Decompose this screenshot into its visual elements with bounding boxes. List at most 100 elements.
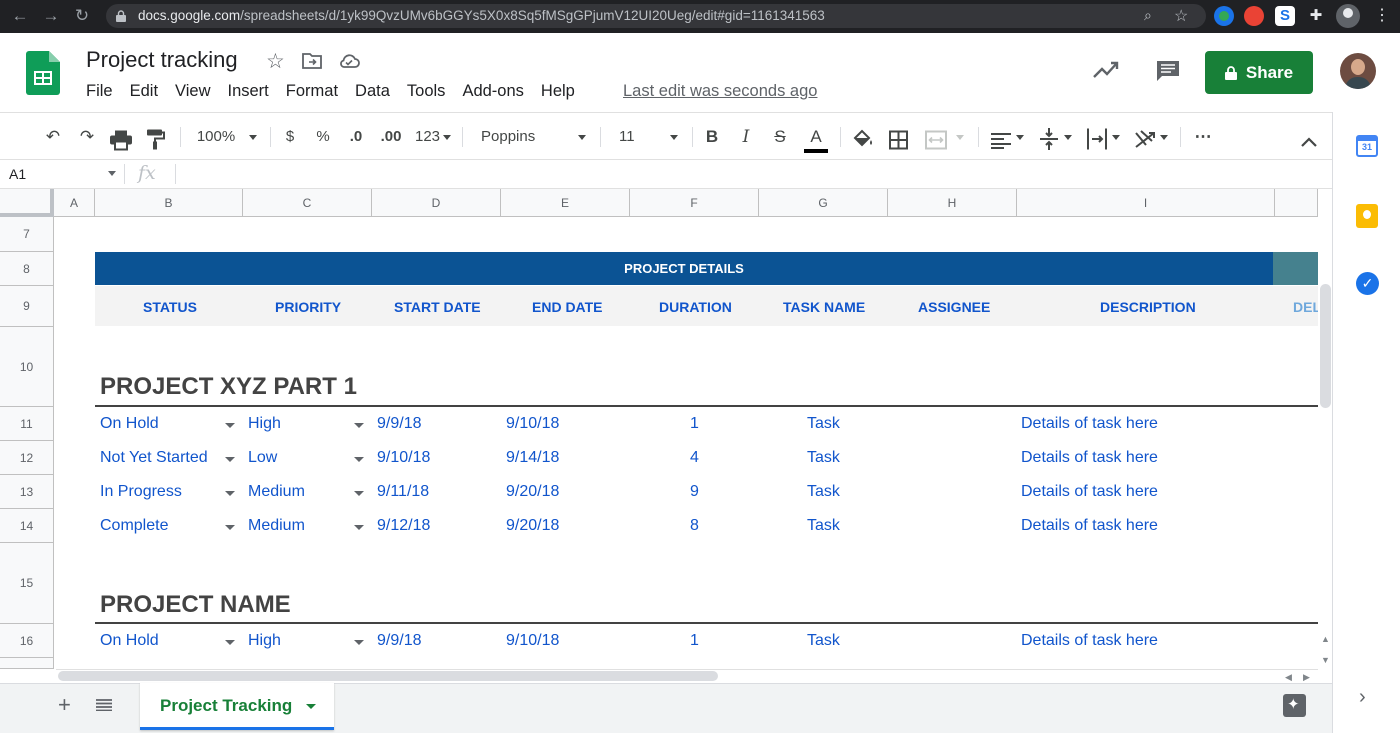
merge-cells-icon[interactable] xyxy=(925,128,947,152)
extension-s-icon[interactable]: S xyxy=(1275,6,1295,26)
status-dropdown-caret[interactable] xyxy=(225,640,235,645)
menu-tools[interactable]: Tools xyxy=(407,82,446,102)
cloud-saved-icon[interactable] xyxy=(338,53,360,69)
fill-color-icon[interactable] xyxy=(852,127,874,151)
header-end-date[interactable]: END DATE xyxy=(532,299,603,315)
header-start-date[interactable]: START DATE xyxy=(394,299,481,315)
menu-data[interactable]: Data xyxy=(355,82,390,102)
duration-cell[interactable]: 8 xyxy=(690,517,699,535)
expand-side-panel-icon[interactable]: › xyxy=(1359,686,1366,709)
text-rotation-icon[interactable] xyxy=(1134,127,1156,151)
italic-button[interactable]: I xyxy=(736,125,756,149)
row-header-16[interactable]: 16 xyxy=(0,624,54,658)
row-header-13[interactable]: 13 xyxy=(0,475,54,509)
header-description[interactable]: DESCRIPTION xyxy=(1100,299,1196,315)
activity-dashboard-icon[interactable] xyxy=(1093,60,1119,80)
priority-dropdown-caret[interactable] xyxy=(354,423,364,428)
horizontal-scrollbar-thumb[interactable] xyxy=(58,671,718,681)
last-edit-link[interactable]: Last edit was seconds ago xyxy=(623,82,817,101)
user-avatar[interactable] xyxy=(1340,53,1376,89)
description-cell[interactable]: Details of task here xyxy=(1021,483,1158,501)
banner-accent-cell[interactable] xyxy=(1273,252,1318,285)
borders-icon[interactable] xyxy=(889,128,908,152)
status-cell[interactable]: On Hold xyxy=(100,415,159,433)
reload-icon[interactable]: ↻ xyxy=(72,6,92,26)
header-task-name[interactable]: TASK NAME xyxy=(783,299,865,315)
start-date-cell[interactable]: 9/11/18 xyxy=(377,483,429,501)
end-date-cell[interactable]: 9/20/18 xyxy=(506,517,559,535)
browser-profile-avatar[interactable] xyxy=(1336,4,1360,28)
bold-button[interactable]: B xyxy=(702,125,722,149)
extensions-puzzle-icon[interactable]: ✚ xyxy=(1306,6,1326,26)
priority-cell[interactable]: Low xyxy=(248,449,277,467)
add-sheet-icon[interactable]: + xyxy=(58,692,71,718)
header-assignee[interactable]: ASSIGNEE xyxy=(918,299,990,315)
column-header-b[interactable]: B xyxy=(95,189,243,217)
more-formats-button[interactable]: 123 xyxy=(412,125,454,149)
duration-cell[interactable]: 9 xyxy=(690,483,699,501)
column-header-g[interactable]: G xyxy=(759,189,888,217)
share-button[interactable]: Share xyxy=(1205,51,1313,94)
end-date-cell[interactable]: 9/14/18 xyxy=(506,449,559,467)
scroll-down-arrow-icon[interactable]: ▼ xyxy=(1321,655,1330,665)
grammarly-extension-icon[interactable] xyxy=(1214,6,1234,26)
end-date-cell[interactable]: 9/10/18 xyxy=(506,632,559,650)
menu-add-ons[interactable]: Add-ons xyxy=(462,82,523,102)
back-icon[interactable]: ← xyxy=(10,6,30,26)
row-header-12[interactable]: 12 xyxy=(0,441,54,475)
priority-dropdown-caret[interactable] xyxy=(354,457,364,462)
menu-edit[interactable]: Edit xyxy=(130,82,158,102)
duration-cell[interactable]: 4 xyxy=(690,449,699,467)
strikethrough-button[interactable]: S xyxy=(770,125,790,149)
currency-format-button[interactable]: $ xyxy=(280,125,300,149)
valign-dropdown-caret[interactable] xyxy=(1064,135,1072,140)
increase-decimal-button[interactable]: .00 xyxy=(378,125,404,149)
move-folder-icon[interactable] xyxy=(302,52,322,69)
more-options-icon[interactable]: ⋯ xyxy=(1192,125,1214,149)
select-all-corner[interactable] xyxy=(0,189,54,217)
column-header-c[interactable]: C xyxy=(243,189,372,217)
column-header-h[interactable]: H xyxy=(888,189,1017,217)
menu-file[interactable]: File xyxy=(86,82,113,102)
collapse-toolbar-icon[interactable] xyxy=(1301,130,1317,154)
text-color-button[interactable]: A xyxy=(804,125,828,153)
task-name-cell[interactable]: Task xyxy=(807,449,840,467)
header-priority[interactable]: PRIORITY xyxy=(275,299,341,315)
description-cell[interactable]: Details of task here xyxy=(1021,449,1158,467)
wrap-dropdown-caret[interactable] xyxy=(1112,135,1120,140)
browser-menu-icon[interactable]: ⋮ xyxy=(1372,6,1392,26)
task-name-cell[interactable]: Task xyxy=(807,517,840,535)
document-title[interactable]: Project tracking xyxy=(86,47,238,73)
column-header-a[interactable]: A xyxy=(54,189,95,217)
row-header-9[interactable]: 9 xyxy=(0,286,54,327)
merge-dropdown-caret[interactable] xyxy=(956,135,964,140)
formula-input[interactable] xyxy=(186,165,1286,185)
align-dropdown-caret[interactable] xyxy=(1016,135,1024,140)
sheets-logo-icon[interactable] xyxy=(26,51,60,95)
row-header-7[interactable]: 7 xyxy=(0,217,54,252)
priority-dropdown-caret[interactable] xyxy=(354,640,364,645)
name-box[interactable]: A1 xyxy=(9,166,26,182)
forward-icon[interactable]: → xyxy=(41,6,61,26)
column-header-j[interactable] xyxy=(1275,189,1318,217)
all-sheets-list-icon[interactable] xyxy=(96,699,112,711)
status-dropdown-caret[interactable] xyxy=(225,491,235,496)
column-header-f[interactable]: F xyxy=(630,189,759,217)
comment-history-icon[interactable] xyxy=(1156,60,1180,82)
start-date-cell[interactable]: 9/12/18 xyxy=(377,517,430,535)
scroll-left-arrow-icon[interactable]: ◀ xyxy=(1285,672,1292,683)
header-duration[interactable]: DURATION xyxy=(659,299,732,315)
decrease-decimal-button[interactable]: .0 xyxy=(345,125,367,149)
column-header-i[interactable]: I xyxy=(1017,189,1275,217)
description-cell[interactable]: Details of task here xyxy=(1021,517,1158,535)
priority-dropdown-caret[interactable] xyxy=(354,525,364,530)
row-header-11[interactable]: 11 xyxy=(0,407,54,441)
paint-format-icon[interactable] xyxy=(145,127,165,151)
priority-cell[interactable]: Medium xyxy=(248,483,305,501)
task-name-cell[interactable]: Task xyxy=(807,415,840,433)
zoom-select[interactable]: 100% xyxy=(192,125,262,149)
keep-icon[interactable] xyxy=(1356,204,1378,228)
zoom-icon[interactable]: ⌕ xyxy=(1144,7,1152,24)
task-name-cell[interactable]: Task xyxy=(807,483,840,501)
start-date-cell[interactable]: 9/9/18 xyxy=(377,632,421,650)
